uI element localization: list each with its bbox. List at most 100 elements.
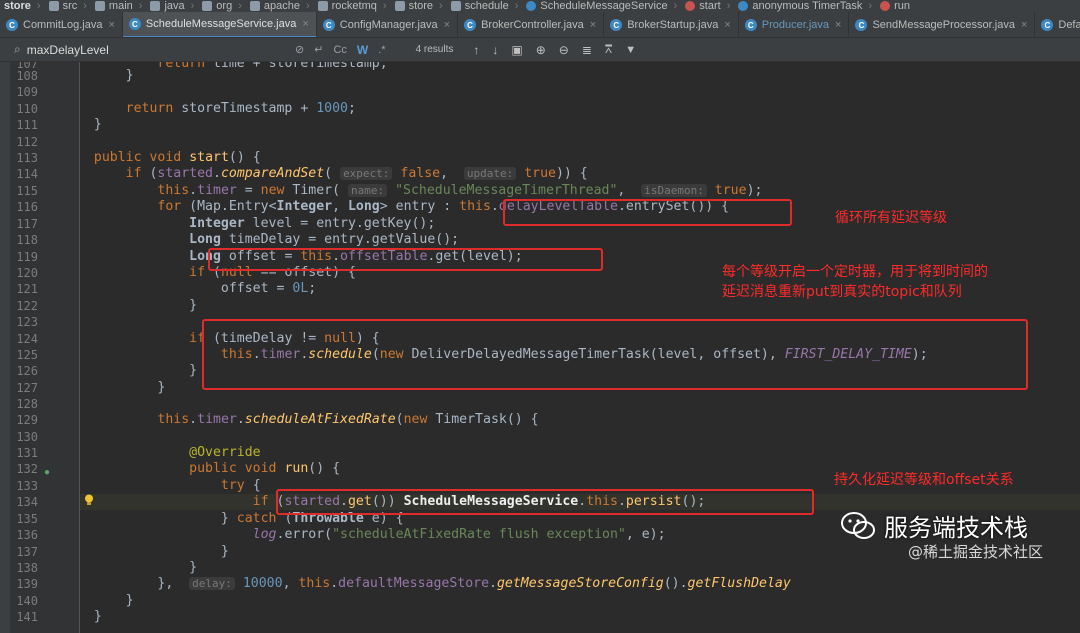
regex-toggle[interactable]: .* <box>378 44 385 56</box>
line-number: 124 <box>16 332 38 346</box>
close-icon[interactable]: × <box>1021 19 1027 31</box>
chevron-right-icon: › <box>439 0 443 12</box>
class-icon <box>526 1 537 11</box>
line-number: 110 <box>16 102 38 116</box>
filter-search-icon[interactable]: ⩞ <box>605 42 612 57</box>
editor-tab[interactable]: C Producer.java × <box>739 12 850 37</box>
match-case-toggle[interactable]: Cc <box>333 44 346 56</box>
breadcrumb-item[interactable]: src › <box>45 0 91 12</box>
next-occurrence-icon[interactable]: ↓ <box>492 43 498 57</box>
editor-tab[interactable]: C ScheduleMessageService.java × <box>122 12 317 37</box>
breadcrumb-item[interactable]: schedule › <box>447 0 523 12</box>
close-icon[interactable]: × <box>724 19 730 31</box>
chevron-right-icon: › <box>138 0 143 12</box>
breadcrumb-item[interactable]: start › <box>681 0 734 12</box>
line-number: 140 <box>16 594 38 608</box>
search-input[interactable] <box>26 42 267 57</box>
code-line: this.timer.scheduleAtFixedRate(new Timer… <box>157 412 539 427</box>
code-line: return storeTimestamp + 1000; <box>125 101 356 116</box>
chevron-right-icon: › <box>868 0 873 12</box>
line-number: 121 <box>16 282 38 296</box>
funnel-icon[interactable]: ▼ <box>625 44 636 56</box>
breadcrumb-item[interactable]: rocketmq › <box>314 0 391 12</box>
line-number: 126 <box>16 364 38 378</box>
close-icon[interactable]: × <box>108 19 114 31</box>
line-number: 128 <box>16 397 38 411</box>
chevron-right-icon: › <box>36 0 41 12</box>
editor-tab[interactable]: C BrokerController.java × <box>458 12 605 37</box>
code-line: }, delay: 10000, this.defaultMessageStor… <box>78 576 791 591</box>
select-all-occurrences-icon[interactable]: ≣ <box>582 43 592 57</box>
clear-search-icon[interactable]: ⊘ <box>295 43 304 56</box>
override-marker-icon[interactable]: ● <box>44 467 50 478</box>
code-line: offset = 0L; <box>78 281 317 296</box>
breadcrumb-label: anonymous TimerTask <box>752 0 863 12</box>
breadcrumb-label: java <box>164 0 185 12</box>
breadcrumb-label: schedule <box>464 0 509 12</box>
folder-icon <box>394 1 405 11</box>
code-line: } <box>78 363 198 378</box>
in-selection-icon[interactable]: ▣ <box>511 43 522 57</box>
new-line-icon[interactable]: ↵ <box>314 43 323 56</box>
breadcrumb-label: apache <box>263 0 300 12</box>
editor-tab[interactable]: C CommitLog.java × <box>0 12 123 37</box>
method-icon <box>880 1 891 11</box>
previous-occurrence-icon[interactable]: ↑ <box>473 43 479 57</box>
code-line: if (started.compareAndSet( expect: false… <box>125 166 588 181</box>
chevron-right-icon: › <box>238 0 242 12</box>
breadcrumb-label: start <box>699 0 721 12</box>
java-class-icon: C <box>855 19 868 31</box>
breadcrumb-item[interactable]: main › <box>91 0 147 12</box>
close-icon[interactable]: × <box>444 19 450 31</box>
chevron-right-icon: › <box>726 0 731 12</box>
breadcrumb-label: store <box>408 0 434 12</box>
folder-icon <box>202 1 213 11</box>
line-number-gutter: 107 108 109 110 111 112 113 114 115 116 117 118 119 1… <box>10 62 80 633</box>
line-number: 119 <box>16 250 38 264</box>
line-number: 139 <box>16 577 38 591</box>
breadcrumb-item[interactable]: java › <box>146 0 198 12</box>
search-icon: ⌕ <box>14 42 21 56</box>
breadcrumb-item[interactable]: ScheduleMessageService › <box>522 0 681 12</box>
line-number: 112 <box>16 135 38 149</box>
annotation-box-persist <box>276 489 814 515</box>
annotation-box-offset <box>208 248 603 271</box>
breadcrumb-item[interactable]: store › <box>391 0 447 12</box>
breadcrumb-label: main <box>108 0 133 12</box>
breadcrumb-item[interactable]: run <box>876 0 914 12</box>
code-line: Long timeDelay = entry.getValue(); <box>189 232 460 247</box>
tab-label: ConfigManager.java <box>339 19 438 31</box>
class-icon <box>738 1 749 11</box>
breadcrumb-item[interactable]: anonymous TimerTask › <box>734 0 876 12</box>
folder-icon <box>94 1 105 11</box>
breadcrumb-item[interactable]: store › <box>0 0 45 12</box>
folder-icon <box>450 1 461 11</box>
lightbulb-icon[interactable] <box>84 494 94 506</box>
editor-tab[interactable]: C ConfigManager.java × <box>317 12 459 37</box>
line-number: 130 <box>16 430 38 444</box>
editor-tab[interactable]: CDefaultMessageStore.ja× <box>1035 12 1080 37</box>
add-occurrence-icon[interactable]: ⊕ <box>536 43 546 57</box>
breadcrumb-item[interactable]: apache › <box>246 0 314 12</box>
watermark-site: @稀土掘金技术社区 <box>908 543 1044 561</box>
editor-tab[interactable]: C BrokerStartup.java × <box>604 12 739 37</box>
java-class-icon: C <box>464 19 477 31</box>
close-icon[interactable]: × <box>302 18 308 30</box>
code-line: Integer level = entry.getKey(); <box>189 216 436 231</box>
chevron-right-icon: › <box>83 0 87 12</box>
java-class-icon: C <box>6 19 18 31</box>
tab-label: SendMessageProcessor.java <box>872 19 1015 31</box>
close-icon[interactable]: × <box>590 19 596 31</box>
wechat-logo-icon <box>841 511 875 539</box>
chevron-right-icon: › <box>382 0 387 12</box>
line-number: 109 <box>16 85 38 99</box>
editor-tab[interactable]: C SendMessageProcessor.java × <box>849 12 1036 37</box>
close-icon[interactable]: × <box>835 19 841 31</box>
whole-words-toggle[interactable]: W <box>357 43 368 57</box>
code-line: public void run() { <box>189 461 341 476</box>
line-number: 113 <box>16 151 38 165</box>
breadcrumb-item[interactable]: org › <box>198 0 246 12</box>
code-line: log.error("scheduleAtFixedRate flush exc… <box>252 527 666 542</box>
java-class-icon: C <box>1041 19 1054 31</box>
remove-occurrence-icon[interactable]: ⊖ <box>559 43 569 57</box>
